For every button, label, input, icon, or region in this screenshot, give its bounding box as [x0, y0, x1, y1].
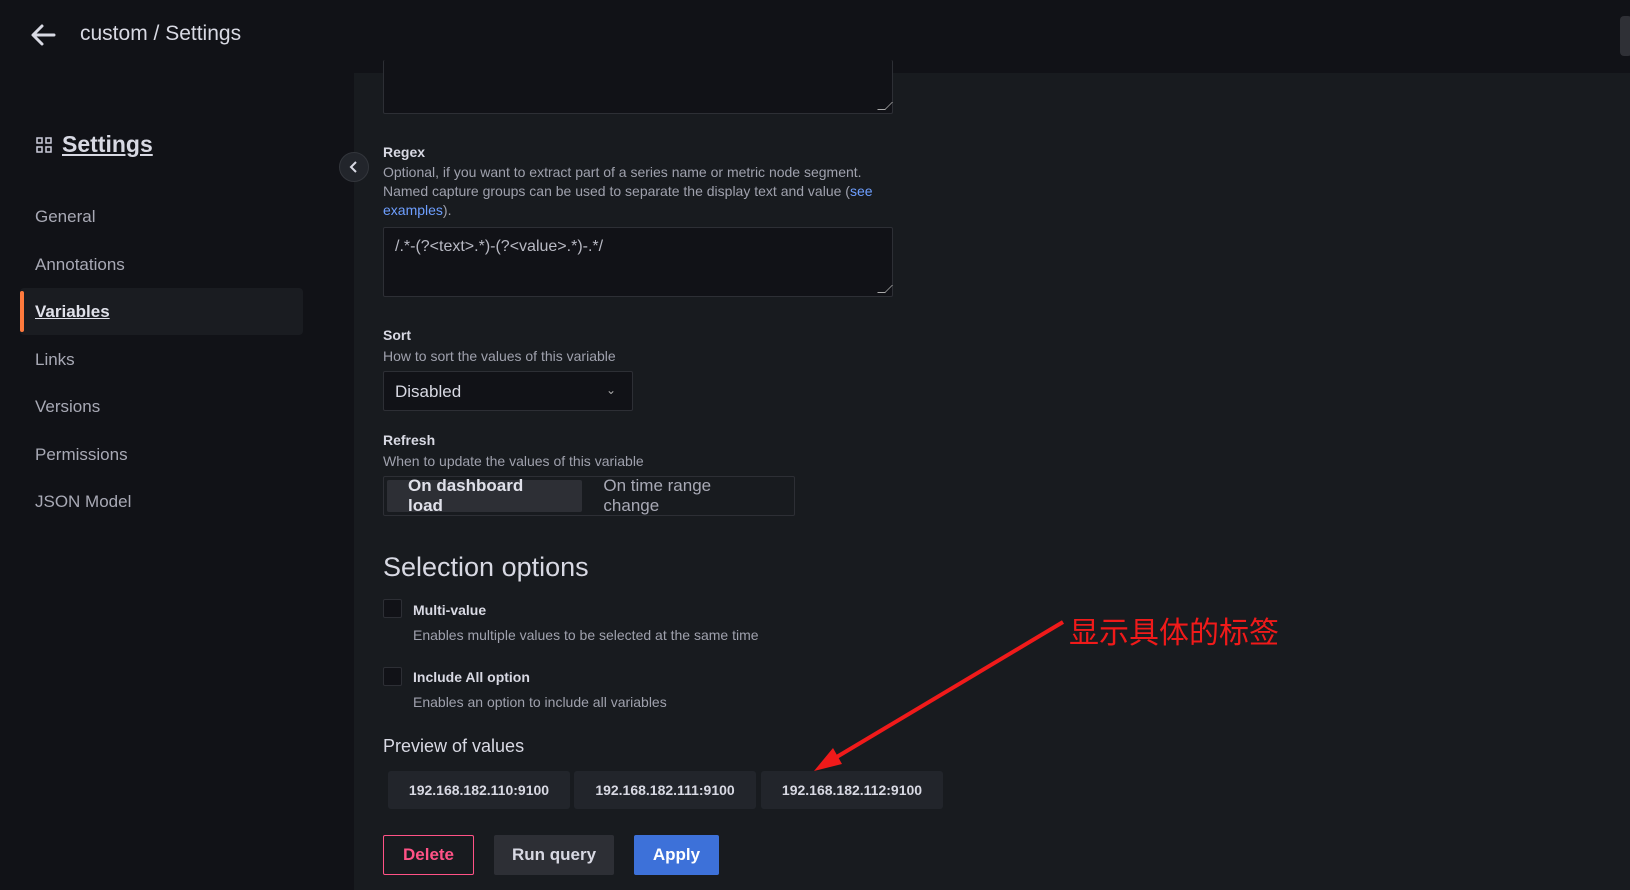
annotation-arrow-icon — [814, 620, 1065, 771]
annotation-note: 显示具体的标签 — [1069, 616, 1279, 651]
